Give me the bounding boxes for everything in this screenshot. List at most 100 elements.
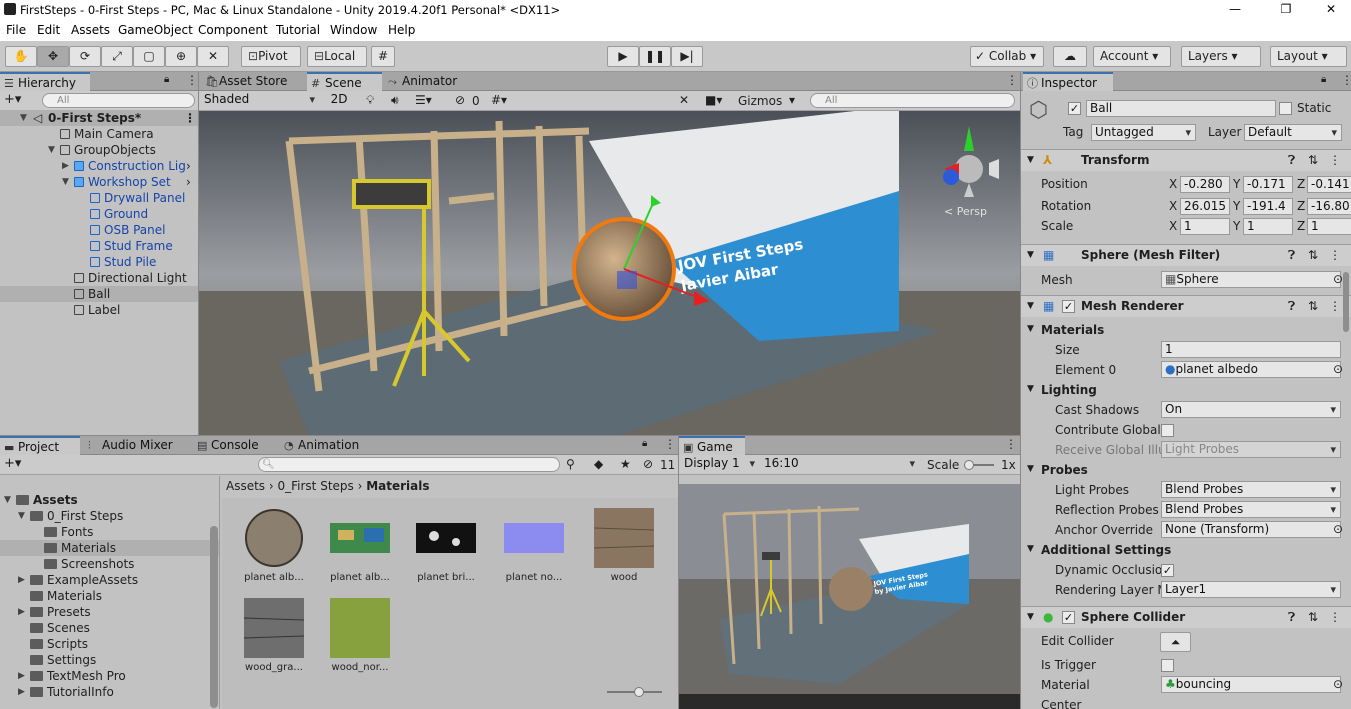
hierarchy-row-label[interactable]: Label xyxy=(0,302,198,318)
help-icon[interactable]: ❓︎ xyxy=(1288,607,1295,628)
scene-viewport[interactable]: JOV First Steps Javier Aibar < Persp xyxy=(199,111,1020,435)
menu-assets[interactable]: Assets xyxy=(71,23,110,37)
tree-first-steps[interactable]: ▼ 0_First Steps xyxy=(0,508,219,524)
rotation-y-field[interactable]: -191.4 xyxy=(1243,198,1293,215)
collab-button[interactable]: ✓ Collab ▾ xyxy=(970,46,1044,67)
edit-collider-button[interactable]: ⏶ xyxy=(1160,632,1191,652)
foldout-arrow-icon[interactable]: ▼ xyxy=(1027,544,1034,554)
gizmos-dropdown[interactable]: Gizmos xyxy=(738,94,782,108)
2d-toggle[interactable]: 2D xyxy=(327,92,351,109)
component-menu-icon[interactable]: ⋮ xyxy=(1329,245,1341,266)
thumbnail-size-slider[interactable] xyxy=(607,687,662,697)
panel-menu-icon[interactable]: ⋮ xyxy=(664,437,676,451)
fx-toggle-icon[interactable]: ☰▾ xyxy=(415,93,432,107)
element-0-field[interactable]: ●planet albedo xyxy=(1161,361,1341,378)
hidden-packages-icon[interactable]: ⊘ xyxy=(643,457,653,471)
foldout-arrow-icon[interactable]: ▼ xyxy=(1027,245,1034,266)
preset-icon[interactable]: ⇅ xyxy=(1308,607,1318,628)
audio-toggle-icon[interactable]: 🔊︎ xyxy=(391,93,399,108)
object-picker-icon[interactable]: ⊙ xyxy=(1333,362,1343,376)
component-menu-icon[interactable]: ⋮ xyxy=(1329,296,1341,317)
menu-component[interactable]: Component xyxy=(198,23,268,37)
object-name-input[interactable]: Ball xyxy=(1086,100,1276,117)
collapse-arrow-icon[interactable]: ▶ xyxy=(18,572,25,588)
static-label[interactable]: Static xyxy=(1297,101,1331,115)
position-z-field[interactable]: -0.141 xyxy=(1307,176,1351,193)
expand-arrow-icon[interactable]: ▼ xyxy=(4,492,11,508)
object-picker-icon[interactable]: ⊙ xyxy=(1333,522,1343,536)
tab-project[interactable]: ▬ Project xyxy=(0,436,80,455)
help-icon[interactable]: ❓︎ xyxy=(1288,296,1295,317)
cloud-button[interactable]: ☁ xyxy=(1053,46,1087,67)
hierarchy-row-stud-pile[interactable]: Stud Pile xyxy=(0,254,198,270)
menu-file[interactable]: File xyxy=(6,23,26,37)
asset-thumb-wood-normal[interactable] xyxy=(330,598,390,658)
foldout-arrow-icon[interactable]: ▼ xyxy=(1027,324,1034,334)
tab-asset-store[interactable]: 🛍︎ Asset Store xyxy=(201,72,305,91)
collapse-arrow-icon[interactable]: ▶ xyxy=(18,668,25,684)
hierarchy-row-construction-light[interactable]: ▶ Construction Lig › xyxy=(0,158,198,174)
breadcrumb-first-steps[interactable]: 0_First Steps xyxy=(278,479,354,493)
tab-game[interactable]: ▣ Game xyxy=(679,436,745,455)
scale-tool-icon[interactable]: ⤢ xyxy=(101,46,133,67)
contribute-gi-checkbox[interactable] xyxy=(1161,424,1174,437)
foldout-arrow-icon[interactable]: ▼ xyxy=(1027,296,1034,317)
layers-button[interactable]: Layers ▾ xyxy=(1181,46,1261,67)
component-menu-icon[interactable]: ⋮ xyxy=(1329,607,1341,628)
tree-materials-root[interactable]: Materials xyxy=(0,588,219,604)
menu-gameobject[interactable]: GameObject xyxy=(118,23,193,37)
tree-textmesh-pro[interactable]: ▶ TextMesh Pro xyxy=(0,668,219,684)
hierarchy-row-directional-light[interactable]: Directional Light xyxy=(0,270,198,286)
collapse-arrow-icon[interactable]: ▶ xyxy=(18,604,25,620)
asset-thumb-planet-albedo[interactable] xyxy=(244,508,304,568)
expand-arrow-icon[interactable]: ▼ xyxy=(48,142,55,158)
foldout-arrow-icon[interactable]: ▼ xyxy=(1027,384,1034,394)
tab-hierarchy[interactable]: ☰ Hierarchy xyxy=(0,72,90,91)
project-search-input[interactable]: 🔍︎ xyxy=(258,457,560,472)
asset-thumb-planet-normal[interactable] xyxy=(504,508,564,568)
hierarchy-row-ball[interactable]: Ball xyxy=(0,286,198,302)
menu-help[interactable]: Help xyxy=(388,23,415,37)
scale-y-field[interactable]: 1 xyxy=(1243,218,1293,235)
help-icon[interactable]: ❓︎ xyxy=(1288,150,1295,171)
step-button[interactable]: ▶| xyxy=(671,46,703,67)
static-checkbox[interactable] xyxy=(1279,102,1292,115)
breadcrumb-materials[interactable]: Materials xyxy=(366,479,429,493)
tree-materials[interactable]: Materials xyxy=(0,540,219,556)
maximize-button[interactable]: ❐ xyxy=(1263,0,1309,20)
create-icon[interactable]: +▾ xyxy=(4,456,21,471)
transform-header[interactable]: ▼ ⅄ Transform ❓︎ ⇅ ⋮ xyxy=(1021,149,1351,171)
hidden-objects-icon[interactable]: ⊘ xyxy=(455,93,465,107)
filter-type-icon[interactable]: ⚲ xyxy=(566,457,575,471)
scene-row[interactable]: ▼ ◁ 0-First Steps* ⋮ xyxy=(0,110,198,126)
collapse-arrow-icon[interactable]: ▶ xyxy=(18,684,25,700)
tab-console[interactable]: ▤ Console xyxy=(193,436,273,455)
tree-exampleassets[interactable]: ▶ ExampleAssets xyxy=(0,572,219,588)
asset-thumb-planet-albedo-2[interactable] xyxy=(330,508,390,568)
hierarchy-row-workshop-set[interactable]: ▼ Workshop Set › xyxy=(0,174,198,190)
custom-tool-icon[interactable]: ✕ xyxy=(197,46,229,67)
collapse-arrow-icon[interactable]: ▶ xyxy=(62,158,69,174)
menu-edit[interactable]: Edit xyxy=(37,23,60,37)
transform-tool-icon[interactable]: ⊕ xyxy=(165,46,197,67)
chevron-right-icon[interactable]: › xyxy=(186,174,191,190)
chevron-down-icon[interactable]: ▾ xyxy=(789,93,795,107)
expand-arrow-icon[interactable]: ▼ xyxy=(20,110,27,126)
scale-z-field[interactable]: 1 xyxy=(1307,218,1351,235)
tab-audio-mixer[interactable]: ⫶ Audio Mixer xyxy=(84,436,189,455)
local-button[interactable]: ⊟Local xyxy=(307,46,367,67)
rect-tool-icon[interactable]: ▢ xyxy=(133,46,165,67)
move-tool-icon[interactable]: ✥ xyxy=(37,46,69,67)
expand-arrow-icon[interactable]: ▼ xyxy=(18,508,25,524)
tree-fonts[interactable]: Fonts xyxy=(0,524,219,540)
tree-tutorialinfo[interactable]: ▶ TutorialInfo xyxy=(0,684,219,700)
foldout-arrow-icon[interactable]: ▼ xyxy=(1027,150,1034,171)
collider-material-field[interactable]: ♣bouncing xyxy=(1161,676,1341,693)
tab-inspector[interactable]: ⓘ Inspector xyxy=(1023,72,1113,91)
tree-settings[interactable]: Settings xyxy=(0,652,219,668)
pivot-button[interactable]: ⊡Pivot xyxy=(241,46,301,67)
reflection-probes-select[interactable]: Blend Probes xyxy=(1161,501,1341,518)
foldout-arrow-icon[interactable]: ▼ xyxy=(1027,607,1034,628)
rotation-x-field[interactable]: 26.015 xyxy=(1180,198,1230,215)
object-picker-icon[interactable]: ⊙ xyxy=(1333,272,1343,286)
